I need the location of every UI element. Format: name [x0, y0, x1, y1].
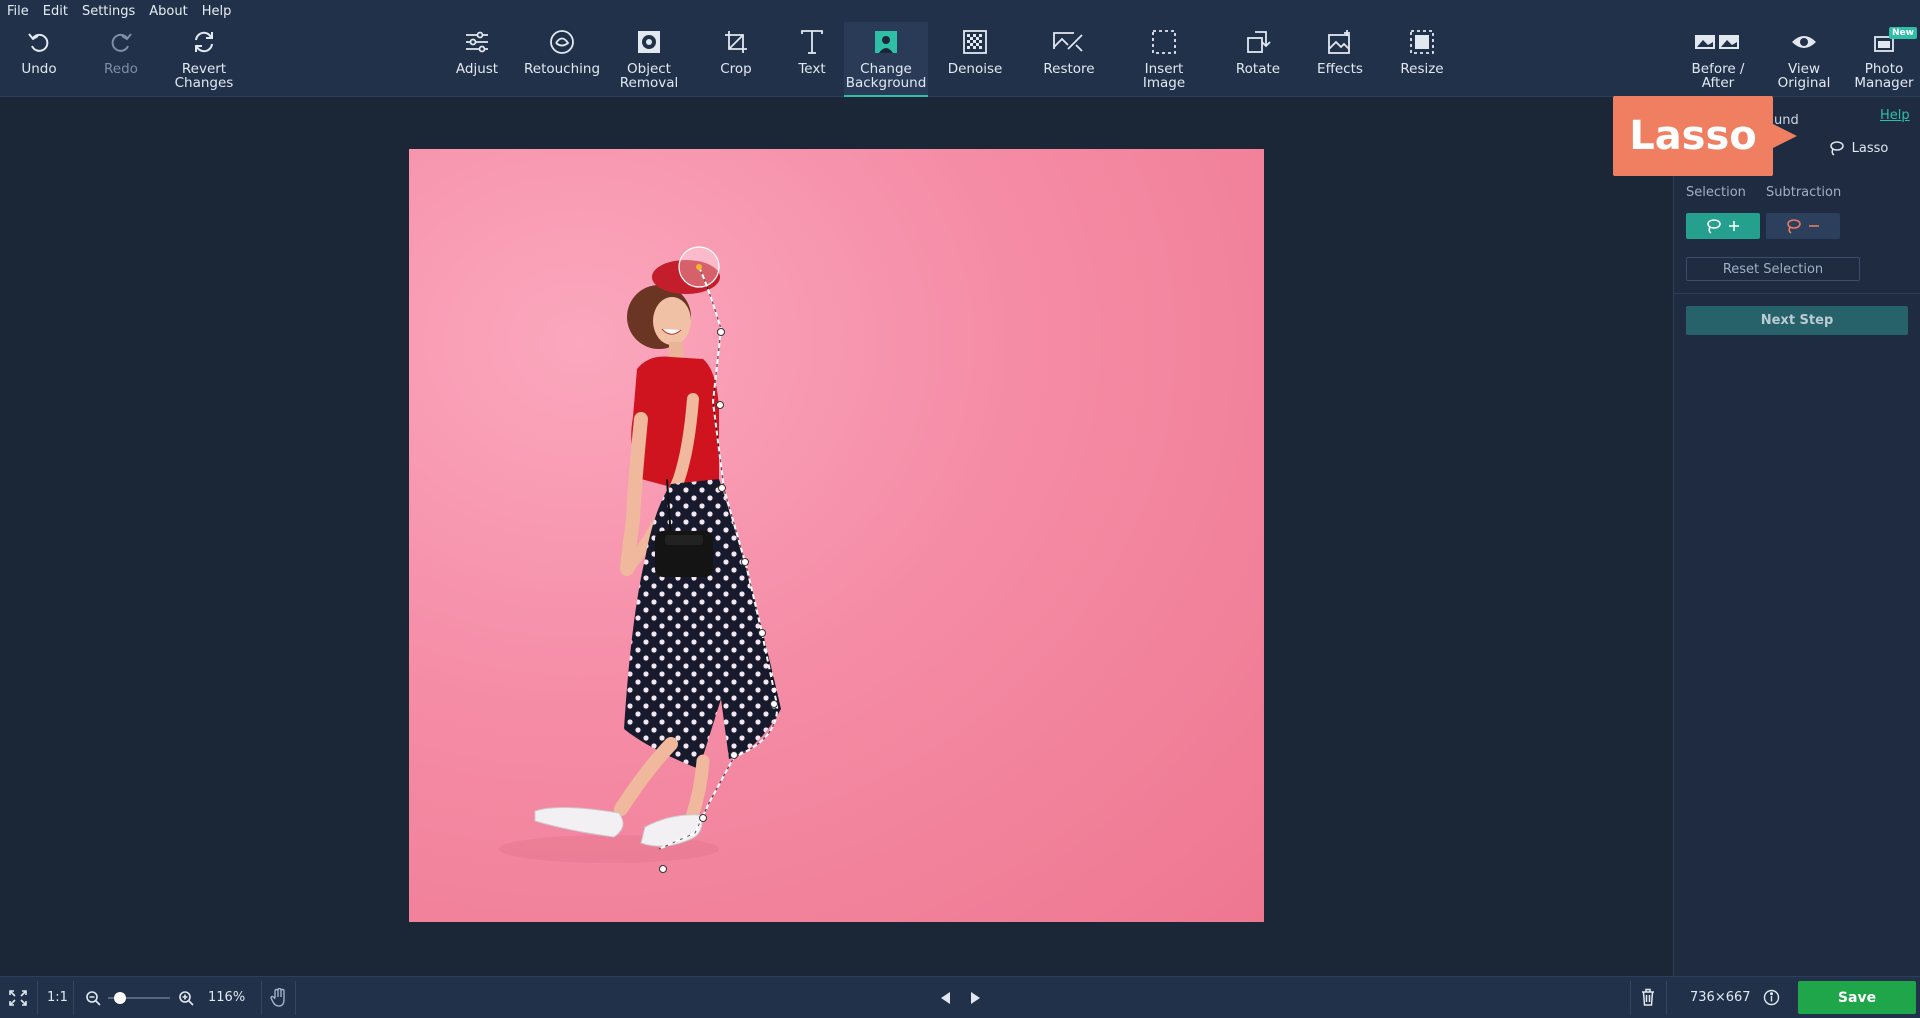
- zoom-value: 116%: [208, 990, 246, 1005]
- zoom-slider-thumb[interactable]: [114, 992, 127, 1004]
- change-background-icon: [873, 22, 899, 62]
- one-to-one-button[interactable]: 1:1: [47, 990, 68, 1005]
- image-dimensions: 736×667: [1690, 990, 1751, 1005]
- insert-image-button[interactable]: Insert Image: [1137, 22, 1191, 97]
- photo-canvas[interactable]: [409, 149, 1264, 922]
- subtraction-label: Subtraction: [1766, 185, 1842, 200]
- lasso-icon: [1828, 140, 1844, 156]
- text-icon: [799, 22, 825, 62]
- fullscreen-icon[interactable]: [9, 990, 27, 1006]
- denoise-button[interactable]: Denoise: [945, 22, 1005, 97]
- previous-image-icon[interactable]: [939, 991, 951, 1005]
- panel-divider: [1674, 293, 1920, 294]
- crop-button[interactable]: Crop: [715, 22, 757, 97]
- divider-6: [1666, 981, 1667, 1015]
- menu-settings[interactable]: Settings: [75, 4, 142, 19]
- retouching-icon: [548, 22, 576, 62]
- divider-1: [37, 981, 38, 1015]
- retouching-button[interactable]: Retouching: [524, 22, 600, 97]
- zoom-slider[interactable]: [108, 992, 170, 1004]
- adjust-button[interactable]: Adjust: [452, 22, 502, 97]
- divider-4: [295, 981, 296, 1015]
- canvas-area: [0, 97, 1673, 976]
- rotate-button[interactable]: Rotate: [1234, 22, 1282, 97]
- menu-bar: File Edit Settings About Help: [0, 0, 1920, 22]
- new-badge: New: [1889, 27, 1917, 39]
- object-removal-button[interactable]: Object Removal: [617, 22, 681, 97]
- lasso-tab[interactable]: Lasso: [1798, 133, 1918, 163]
- divider-2: [73, 981, 74, 1015]
- lasso-minus-icon: [1785, 218, 1821, 234]
- effects-icon: [1327, 22, 1353, 62]
- resize-icon: [1409, 22, 1435, 62]
- eye-icon: [1791, 22, 1817, 62]
- restore-button[interactable]: Restore: [1040, 22, 1098, 97]
- denoise-icon: [962, 22, 988, 62]
- next-image-icon[interactable]: [970, 991, 982, 1005]
- info-icon[interactable]: [1763, 989, 1780, 1006]
- zoom-in-icon[interactable]: [178, 990, 194, 1006]
- add-selection-button[interactable]: [1686, 213, 1760, 239]
- adjust-icon: [464, 22, 490, 62]
- toolbar: Undo Redo Revert Changes Adjust Retouchi…: [0, 22, 1920, 97]
- woman-photo: [499, 246, 781, 873]
- resize-button[interactable]: Resize: [1397, 22, 1447, 97]
- zoom-out-icon[interactable]: [85, 990, 101, 1006]
- rotate-icon: [1245, 22, 1271, 62]
- menu-edit[interactable]: Edit: [36, 4, 75, 19]
- menu-about[interactable]: About: [142, 4, 194, 19]
- undo-button[interactable]: Undo: [18, 22, 60, 97]
- view-original-button[interactable]: View Original: [1776, 22, 1832, 97]
- subtract-selection-button[interactable]: [1766, 213, 1840, 239]
- next-step-button[interactable]: Next Step: [1686, 306, 1908, 335]
- object-removal-icon: [636, 22, 662, 62]
- divider-3: [261, 981, 262, 1015]
- status-bar: 1:1 116% 736×667 Save: [0, 976, 1920, 1018]
- save-button[interactable]: Save: [1798, 981, 1916, 1014]
- lasso-callout: Lasso: [1613, 96, 1797, 176]
- right-panel: und Help Lasso Selection Subtraction Res…: [1673, 97, 1920, 976]
- crop-icon: [723, 22, 749, 62]
- menu-help[interactable]: Help: [195, 4, 239, 19]
- change-background-button[interactable]: Change Background: [844, 22, 928, 97]
- reset-selection-button[interactable]: Reset Selection: [1686, 257, 1860, 281]
- help-link[interactable]: Help: [1880, 108, 1910, 123]
- lasso-plus-icon: [1705, 218, 1741, 234]
- before-after-icon: [1694, 22, 1742, 62]
- selection-label: Selection: [1686, 185, 1746, 200]
- redo-button[interactable]: Redo: [100, 22, 142, 97]
- divider-5: [1630, 981, 1631, 1015]
- effects-button[interactable]: Effects: [1313, 22, 1367, 97]
- menu-file[interactable]: File: [0, 4, 36, 19]
- hand-icon[interactable]: [270, 988, 288, 1008]
- restore-icon: [1052, 22, 1086, 62]
- insert-image-icon: [1151, 22, 1177, 62]
- redo-icon: [108, 22, 134, 62]
- text-button[interactable]: Text: [791, 22, 833, 97]
- revert-icon: [191, 22, 217, 62]
- revert-changes-button[interactable]: Revert Changes: [172, 22, 236, 97]
- before-after-button[interactable]: Before / After: [1688, 22, 1748, 97]
- trash-icon[interactable]: [1641, 988, 1655, 1006]
- undo-icon: [26, 22, 52, 62]
